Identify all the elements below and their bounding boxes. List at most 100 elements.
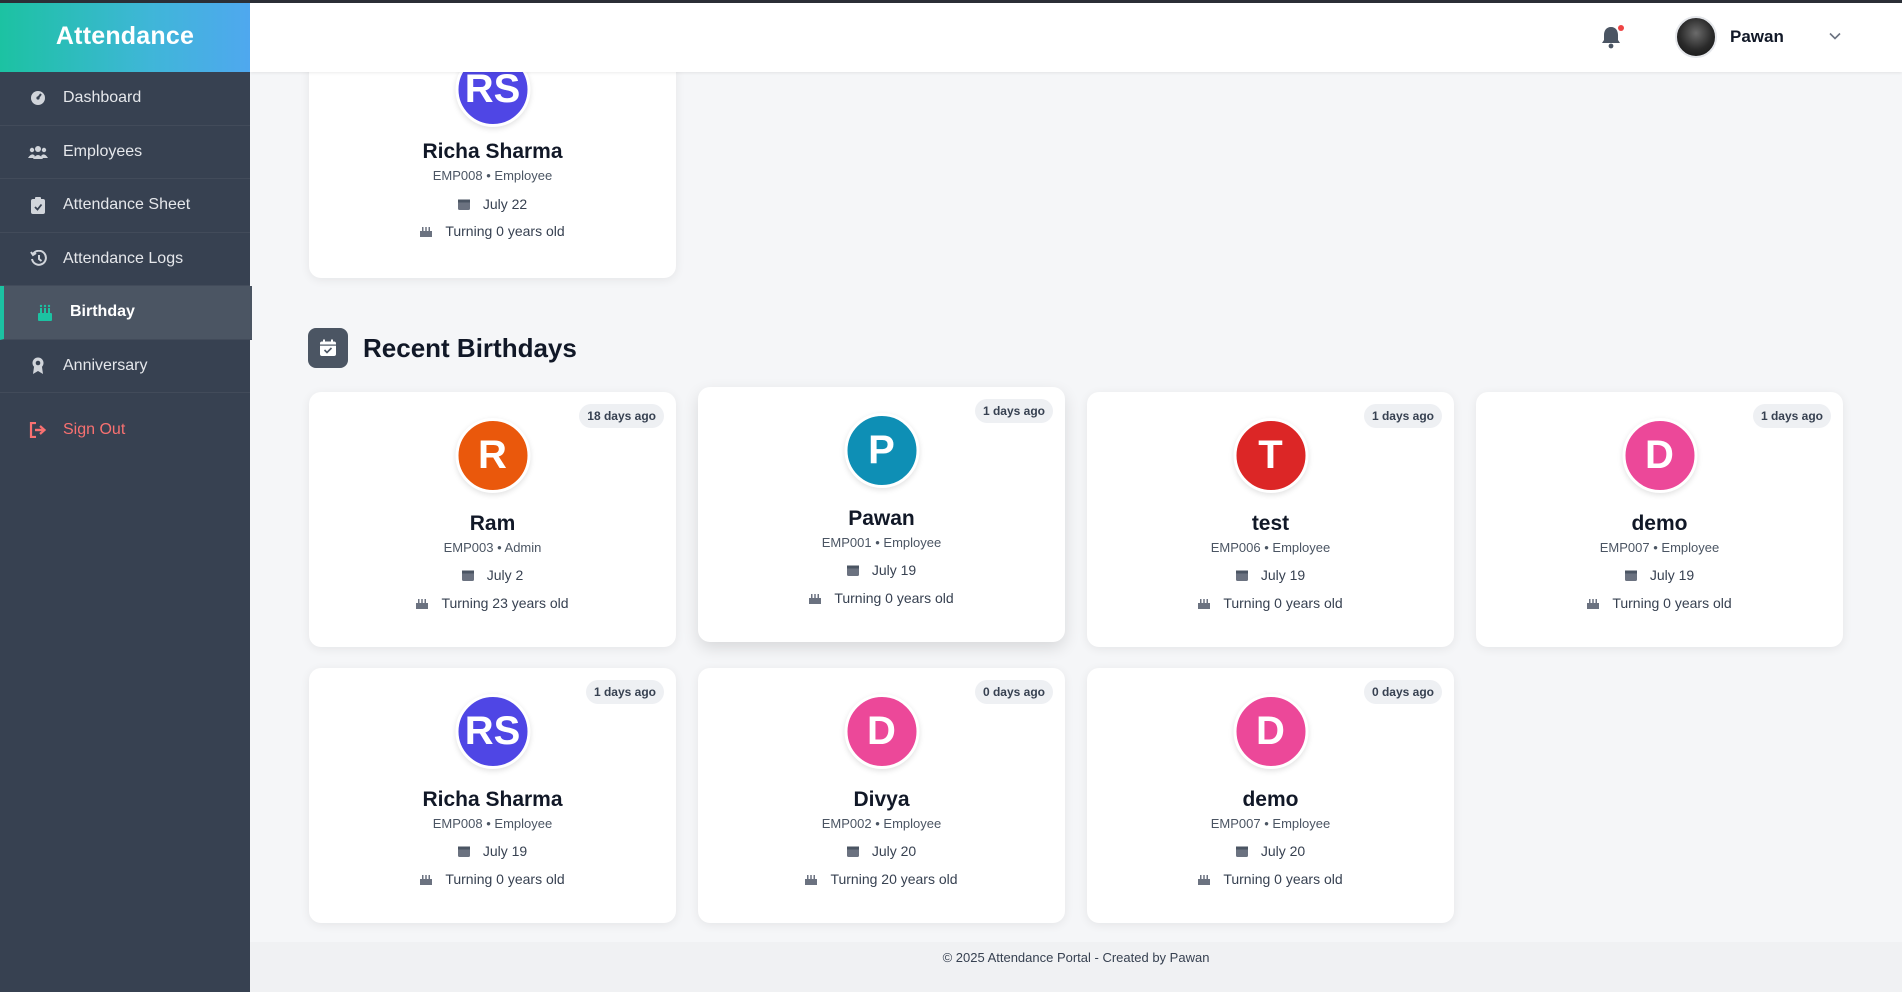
- calendar-icon: [1235, 845, 1249, 858]
- employee-id-role: EMP007 • Employee: [1210, 816, 1331, 831]
- recent-birthdays-heading: Recent Birthdays: [308, 328, 577, 368]
- employee-id-role: EMP008 • Employee: [432, 168, 553, 183]
- birthday-date-row: July 20: [698, 843, 1065, 859]
- age-row: Turning 0 years old: [309, 871, 676, 887]
- calendar-icon: [1624, 569, 1638, 582]
- avatar-initials: D: [844, 694, 919, 769]
- birthday-date: July 22: [482, 196, 528, 212]
- birthday-card[interactable]: RS Richa Sharma EMP008 • Employee July 2…: [309, 52, 676, 278]
- birthday-card[interactable]: 18 days ago R Ram EMP003 • Admin July 2 Turni…: [309, 392, 676, 647]
- calendar-check-icon: [308, 328, 348, 368]
- notification-dot: [1618, 25, 1624, 31]
- cake-icon: [416, 597, 429, 610]
- sidebar-item-dashboard[interactable]: Dashboard: [0, 72, 250, 126]
- employee-id-role: EMP006 • Employee: [1210, 540, 1331, 555]
- top-header: Pawan: [250, 3, 1902, 72]
- sidebar-item-attendance-sheet[interactable]: Attendance Sheet: [0, 179, 250, 233]
- bell-icon[interactable]: [1600, 25, 1626, 51]
- dashboard-icon: [28, 88, 48, 108]
- birthday-date-row: July 19: [698, 562, 1065, 578]
- birthday-date: July 19: [482, 843, 528, 859]
- age-row: Turning 0 years old: [1087, 871, 1454, 887]
- avatar-initials: D: [1622, 418, 1697, 493]
- calendar-icon: [457, 198, 471, 211]
- age-row: Turning 23 years old: [309, 595, 676, 611]
- sidebar-nav: Dashboard Employees Attendance Sheet Att…: [0, 72, 252, 457]
- avatar-initials: R: [455, 418, 530, 493]
- days-ago-badge: 0 days ago: [974, 680, 1053, 704]
- birthday-date: July 19: [1260, 567, 1306, 583]
- cake-icon: [805, 873, 818, 886]
- employee-name: demo: [1631, 512, 1688, 535]
- age-row: Turning 0 years old: [698, 590, 1065, 606]
- birthday-date: July 19: [1649, 567, 1695, 583]
- age-text: Turning 0 years old: [445, 223, 565, 239]
- brand-logo[interactable]: Attendance: [0, 0, 250, 72]
- birthday-date: July 19: [871, 562, 917, 578]
- age-row: Turning 20 years old: [698, 871, 1065, 887]
- footer: © 2025 Attendance Portal - Created by Pa…: [250, 942, 1902, 992]
- avatar[interactable]: [1675, 16, 1717, 58]
- employee-id-role: EMP003 • Admin: [443, 540, 542, 555]
- birthday-card[interactable]: 1 days ago Ttest EMP006 • Employee July 19 T…: [1087, 392, 1454, 647]
- window-top-border: [0, 0, 1902, 3]
- age-text: Turning 23 years old: [441, 595, 569, 611]
- avatar-initials: T: [1233, 418, 1308, 493]
- age-text: Turning 20 years old: [830, 871, 958, 887]
- sidebar-item-label: Attendance Logs: [63, 249, 184, 267]
- user-name[interactable]: Pawan: [1730, 27, 1784, 47]
- sign-out-icon: [28, 420, 48, 440]
- sign-out-label: Sign Out: [63, 420, 126, 438]
- birthday-card[interactable]: 1 days ago RS Richa Sharma EMP008 • Employe…: [309, 668, 676, 923]
- employee-id-role: EMP008 • Employee: [432, 816, 553, 831]
- birthday-card[interactable]: 1 days ago Ddemo EMP007 • Employee July 19 T…: [1476, 392, 1843, 647]
- footer-text: © 2025 Attendance Portal - Created by Pa…: [942, 950, 1210, 965]
- birthday-card[interactable]: 1 days ago P Pawan EMP001 • Employee July 19…: [698, 387, 1065, 642]
- sidebar-item-employees[interactable]: Employees: [0, 126, 250, 179]
- calendar-icon: [1235, 569, 1249, 582]
- age-row: Turning 0 years old: [309, 223, 676, 239]
- avatar-initials: P: [844, 413, 919, 488]
- sidebar-item-attendance-logs[interactable]: Attendance Logs: [0, 233, 250, 286]
- age-text: Turning 0 years old: [834, 590, 954, 606]
- employee-name: Richa Sharma: [422, 788, 563, 811]
- days-ago-badge: 1 days ago: [974, 399, 1053, 423]
- employee-id-role: EMP001 • Employee: [821, 535, 942, 550]
- birthday-date-row: July 2: [309, 567, 676, 583]
- history-icon: [28, 249, 48, 269]
- award-icon: [28, 356, 48, 376]
- chevron-down-icon[interactable]: [1828, 29, 1842, 43]
- cake-icon: [35, 302, 55, 322]
- sidebar-item-label: Anniversary: [63, 356, 148, 374]
- calendar-icon: [846, 564, 860, 577]
- birthday-card[interactable]: 0 days ago Ddemo EMP007 • Employee July 20 T…: [1087, 668, 1454, 923]
- age-text: Turning 0 years old: [1612, 595, 1732, 611]
- avatar-initials: D: [1233, 694, 1308, 769]
- employee-name: Divya: [853, 788, 910, 811]
- sidebar-item-birthday[interactable]: Birthday: [0, 286, 252, 340]
- birthday-card[interactable]: 0 days ago D Divya EMP002 • Employee July 20…: [698, 668, 1065, 923]
- age-row: Turning 0 years old: [1476, 595, 1843, 611]
- birthday-date-row: July 19: [1476, 567, 1843, 583]
- sidebar-item-label: Employees: [63, 142, 143, 160]
- employee-name: Richa Sharma: [422, 140, 563, 163]
- calendar-icon: [457, 845, 471, 858]
- sidebar: Attendance Dashboard Employees Attendanc…: [0, 0, 252, 992]
- calendar-icon: [846, 845, 860, 858]
- sidebar-item-anniversary[interactable]: Anniversary: [0, 340, 250, 393]
- birthday-date-row: July 19: [309, 843, 676, 859]
- section-title: Recent Birthdays: [363, 332, 577, 363]
- cake-icon: [1587, 597, 1600, 610]
- sidebar-item-label: Birthday: [70, 303, 135, 321]
- employee-name: demo: [1242, 788, 1299, 811]
- birthday-date: July 20: [871, 843, 917, 859]
- calendar-icon: [461, 569, 475, 582]
- birthday-date-row: July 19: [1087, 567, 1454, 583]
- cake-icon: [420, 873, 433, 886]
- sign-out-button[interactable]: Sign Out: [0, 403, 250, 457]
- birthday-date-row: July 22: [309, 196, 676, 212]
- days-ago-badge: 1 days ago: [585, 680, 664, 704]
- age-row: Turning 0 years old: [1087, 595, 1454, 611]
- employee-id-role: EMP007 • Employee: [1599, 540, 1720, 555]
- clipboard-icon: [28, 195, 48, 215]
